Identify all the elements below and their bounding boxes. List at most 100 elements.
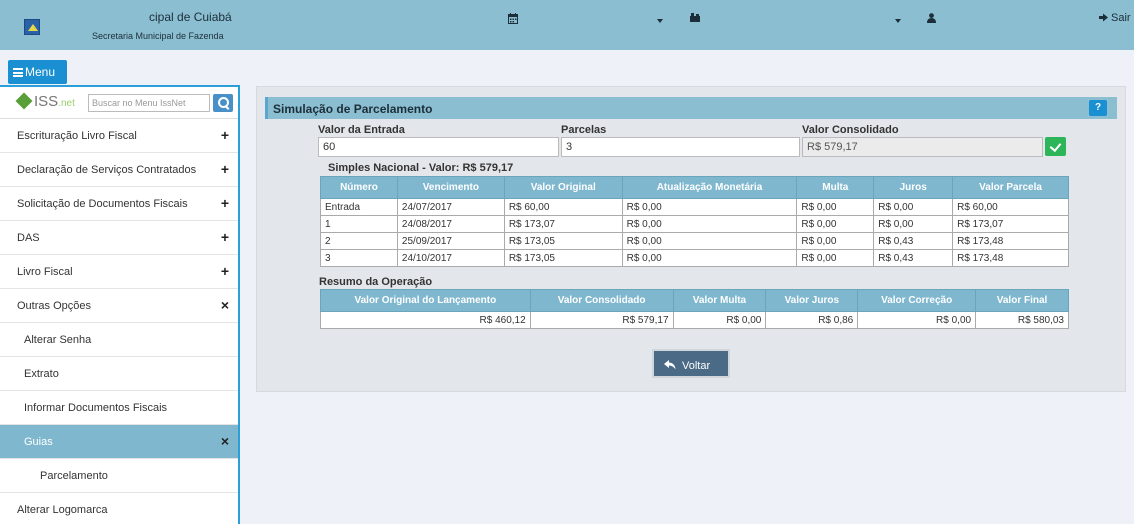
table-cell: R$ 0,00 xyxy=(621,249,798,267)
column-header: Multa xyxy=(796,176,875,199)
municipality-logo xyxy=(24,19,40,35)
user-icon[interactable] xyxy=(927,13,936,26)
reply-arrow-icon xyxy=(664,358,676,372)
table-cell: R$ 0,00 xyxy=(873,198,954,216)
table-cell: 1 xyxy=(320,215,398,233)
table-cell: R$ 0,86 xyxy=(765,311,859,329)
sidebar-item-livro-fiscal[interactable]: Livro Fiscal + xyxy=(0,255,238,289)
hamburger-icon xyxy=(13,68,23,77)
resumo-title: Resumo da Operação xyxy=(319,276,433,288)
panel-header: Simulação de Parcelamento ? xyxy=(265,97,1117,119)
sidebar-search-row: ISS.net Buscar no Menu IssNet xyxy=(0,87,238,119)
table-cell: R$ 173,07 xyxy=(503,215,623,233)
table-cell: R$ 0,00 xyxy=(621,232,798,250)
close-icon: × xyxy=(220,297,229,313)
table-cell: R$ 0,00 xyxy=(796,249,875,267)
sidebar-item-guias[interactable]: Guias × xyxy=(0,425,238,459)
building-icon[interactable] xyxy=(690,13,700,25)
plus-icon: + xyxy=(220,195,229,211)
sidebar-item-das[interactable]: DAS + xyxy=(0,221,238,255)
table-cell: R$ 580,03 xyxy=(975,311,1069,329)
plus-icon: + xyxy=(220,263,229,279)
table-cell: 25/09/2017 xyxy=(396,232,505,250)
table-cell: R$ 0,00 xyxy=(621,215,798,233)
table-cell: R$ 60,00 xyxy=(952,198,1069,216)
table-cell: 24/07/2017 xyxy=(396,198,505,216)
chevron-down-icon[interactable] xyxy=(895,19,901,23)
column-header: Juros xyxy=(873,176,954,199)
table-cell: R$ 0,43 xyxy=(873,232,954,250)
sidebar-item-informar-documentos[interactable]: Informar Documentos Fiscais xyxy=(0,391,238,425)
entrada-label: Valor da Entrada xyxy=(318,124,405,136)
sidebar-item-outras-opcoes[interactable]: Outras Opções × xyxy=(0,289,238,323)
table-row: 2 25/09/2017 R$ 173,05 R$ 0,00 R$ 0,00 R… xyxy=(320,232,1069,250)
entrada-input[interactable]: 60 xyxy=(318,137,559,157)
sidebar-item-solicitacao[interactable]: Solicitação de Documentos Fiscais + xyxy=(0,187,238,221)
table-cell: R$ 0,00 xyxy=(857,311,977,329)
sidebar-item-alterar-senha[interactable]: Alterar Senha xyxy=(0,323,238,357)
table-cell: R$ 460,12 xyxy=(320,311,531,329)
sidebar-item-alterar-logomarca[interactable]: Alterar Logomarca xyxy=(0,493,238,524)
table-row: R$ 460,12 R$ 579,17 R$ 0,00 R$ 0,86 R$ 0… xyxy=(320,311,1069,329)
menu-button[interactable]: Menu xyxy=(8,60,67,84)
sidebar-item-extrato[interactable]: Extrato xyxy=(0,357,238,391)
installments-table: Número Vencimento Valor Original Atualiz… xyxy=(320,176,1069,267)
table-cell: R$ 173,05 xyxy=(503,249,623,267)
consolidado-label: Valor Consolidado xyxy=(802,124,899,136)
logout-icon xyxy=(1099,13,1108,22)
table-cell: 24/08/2017 xyxy=(396,215,505,233)
table-cell: 3 xyxy=(320,249,398,267)
summary-table: Valor Original do Lançamento Valor Conso… xyxy=(320,289,1069,329)
calendar-icon[interactable] xyxy=(508,13,518,27)
column-header: Valor Multa xyxy=(672,289,767,312)
simples-title: Simples Nacional - Valor: R$ 579,17 xyxy=(328,162,514,174)
table-row: Entrada 24/07/2017 R$ 60,00 R$ 0,00 R$ 0… xyxy=(320,198,1069,216)
sidebar-item-escrituracao[interactable]: Escrituração Livro Fiscal + xyxy=(0,119,238,153)
table-cell: R$ 0,00 xyxy=(672,311,767,329)
table-cell: R$ 0,00 xyxy=(873,215,954,233)
sidebar-item-parcelamento[interactable]: Parcelamento xyxy=(0,459,238,493)
search-icon[interactable] xyxy=(213,94,233,112)
column-header: Valor Final xyxy=(975,289,1069,312)
column-header: Número xyxy=(320,176,398,199)
plus-icon: + xyxy=(220,127,229,143)
table-header-row: Número Vencimento Valor Original Atualiz… xyxy=(320,176,1069,199)
column-header: Vencimento xyxy=(396,176,505,199)
close-icon: × xyxy=(220,433,229,449)
column-header: Atualização Monetária xyxy=(621,176,798,199)
logout-label: Sair xyxy=(1111,12,1131,24)
confirm-check-button[interactable] xyxy=(1045,137,1066,156)
menu-button-label: Menu xyxy=(25,65,56,79)
parcelas-label: Parcelas xyxy=(561,124,607,136)
plus-icon: + xyxy=(220,161,229,177)
help-button[interactable]: ? xyxy=(1089,100,1107,116)
back-button[interactable]: Voltar xyxy=(652,349,730,378)
table-cell: 24/10/2017 xyxy=(396,249,505,267)
column-header: Valor Consolidado xyxy=(529,289,674,312)
column-header: Valor Parcela xyxy=(952,176,1069,199)
diamond-icon xyxy=(15,92,33,110)
menu-search-input[interactable]: Buscar no Menu IssNet xyxy=(88,94,210,112)
column-header: Valor Original xyxy=(503,176,623,199)
table-cell: R$ 0,43 xyxy=(873,249,954,267)
table-cell: R$ 173,05 xyxy=(503,232,623,250)
table-cell: R$ 0,00 xyxy=(796,232,875,250)
table-cell: R$ 0,00 xyxy=(796,198,875,216)
table-cell: R$ 60,00 xyxy=(503,198,623,216)
sidebar-item-declaracao[interactable]: Declaração de Serviços Contratados + xyxy=(0,153,238,187)
column-header: Valor Correção xyxy=(857,289,977,312)
page-title: Simulação de Parcelamento xyxy=(273,102,433,116)
parcelas-input[interactable]: 3 xyxy=(561,137,800,157)
table-cell: R$ 0,00 xyxy=(796,215,875,233)
table-cell: R$ 173,48 xyxy=(952,232,1069,250)
table-cell: R$ 0,00 xyxy=(621,198,798,216)
logout-button[interactable]: Sair xyxy=(1099,12,1131,24)
header-subtitle: Secretaria Municipal de Fazenda xyxy=(92,31,224,41)
table-cell: R$ 173,07 xyxy=(952,215,1069,233)
table-cell: 2 xyxy=(320,232,398,250)
chevron-down-icon[interactable] xyxy=(657,19,663,23)
consolidado-input: R$ 579,17 xyxy=(802,137,1043,157)
table-cell: R$ 173,48 xyxy=(952,249,1069,267)
sidebar: ISS.net Buscar no Menu IssNet Escrituraç… xyxy=(0,85,240,524)
table-header-row: Valor Original do Lançamento Valor Conso… xyxy=(320,289,1069,312)
